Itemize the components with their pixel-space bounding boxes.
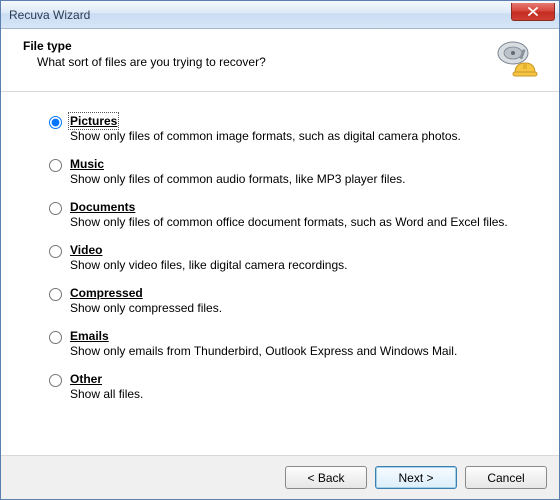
wizard-window: Recuva Wizard File type What sort of fil… — [0, 0, 560, 500]
page-title: File type — [23, 39, 266, 53]
option-other[interactable]: OtherShow all files. — [49, 372, 529, 401]
close-icon — [528, 7, 538, 16]
option-label: Pictures — [70, 114, 117, 128]
option-documents[interactable]: DocumentsShow only files of common offic… — [49, 200, 529, 229]
cancel-button[interactable]: Cancel — [465, 466, 547, 489]
option-desc: Show only files of common office documen… — [70, 215, 508, 229]
page-subtitle: What sort of files are you trying to rec… — [23, 55, 266, 69]
radio-emails[interactable] — [49, 331, 62, 344]
option-desc: Show only files of common image formats,… — [70, 129, 461, 143]
option-video[interactable]: VideoShow only video files, like digital… — [49, 243, 529, 272]
options-panel: PicturesShow only files of common image … — [1, 92, 559, 455]
option-desc: Show only video files, like digital came… — [70, 258, 347, 272]
back-button[interactable]: < Back — [285, 466, 367, 489]
option-label: Other — [70, 372, 102, 386]
option-label: Emails — [70, 329, 109, 343]
window-title: Recuva Wizard — [9, 8, 90, 22]
option-label: Music — [70, 157, 104, 171]
option-desc: Show all files. — [70, 387, 143, 401]
wizard-footer: < Back Next > Cancel — [1, 455, 559, 499]
option-label: Compressed — [70, 286, 143, 300]
option-desc: Show only emails from Thunderbird, Outlo… — [70, 344, 457, 358]
radio-compressed[interactable] — [49, 288, 62, 301]
harddrive-hardhat-icon — [495, 39, 539, 79]
wizard-header: File type What sort of files are you try… — [1, 29, 559, 92]
option-emails[interactable]: EmailsShow only emails from Thunderbird,… — [49, 329, 529, 358]
option-desc: Show only files of common audio formats,… — [70, 172, 405, 186]
option-pictures[interactable]: PicturesShow only files of common image … — [49, 114, 529, 143]
header-text: File type What sort of files are you try… — [23, 39, 266, 69]
titlebar: Recuva Wizard — [1, 1, 559, 29]
option-desc: Show only compressed files. — [70, 301, 222, 315]
close-button[interactable] — [511, 3, 555, 21]
radio-video[interactable] — [49, 245, 62, 258]
option-label: Video — [70, 243, 102, 257]
radio-music[interactable] — [49, 159, 62, 172]
option-compressed[interactable]: CompressedShow only compressed files. — [49, 286, 529, 315]
radio-other[interactable] — [49, 374, 62, 387]
radio-documents[interactable] — [49, 202, 62, 215]
option-label: Documents — [70, 200, 135, 214]
next-button[interactable]: Next > — [375, 466, 457, 489]
radio-pictures[interactable] — [49, 116, 62, 129]
option-music[interactable]: MusicShow only files of common audio for… — [49, 157, 529, 186]
